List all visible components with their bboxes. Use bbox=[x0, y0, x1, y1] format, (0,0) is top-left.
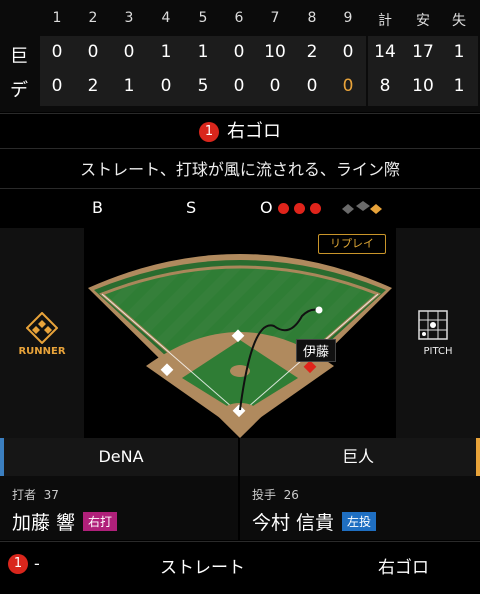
pitcher-name-row: 今村 信貴 左投 bbox=[252, 508, 377, 535]
total-runs: 8 bbox=[379, 76, 391, 96]
pitcher-role: 投手 26 bbox=[252, 486, 299, 503]
pitch-label: PITCH bbox=[423, 346, 453, 357]
batter-name: 加藤 響 bbox=[12, 512, 76, 534]
play-result-title: 1 右ゴロ bbox=[0, 118, 480, 146]
inning-score: 0 bbox=[160, 76, 172, 96]
runner-panel[interactable]: RUNNER bbox=[0, 228, 84, 438]
inning-score: 1 bbox=[160, 42, 172, 62]
play-number-badge: 1 bbox=[199, 122, 219, 142]
divider bbox=[0, 148, 480, 149]
out-indicator bbox=[294, 203, 305, 214]
out-indicator bbox=[310, 203, 321, 214]
baseball-field bbox=[88, 254, 392, 438]
inning-score: 0 bbox=[233, 76, 245, 96]
inning-score: 0 bbox=[87, 42, 99, 62]
play-description: ストレート、打球が風に流される、ライン際 bbox=[80, 160, 400, 179]
inning-header: 5 bbox=[198, 10, 208, 26]
play-result: 右ゴロ bbox=[227, 121, 281, 142]
pitcher-role-label: 投手 bbox=[252, 488, 277, 502]
pitch-number-badge: 1 bbox=[8, 554, 28, 574]
batter-role-label: 打者 bbox=[12, 488, 37, 502]
pitch-panel[interactable]: PITCH bbox=[396, 228, 480, 438]
current-inning-score: 0 bbox=[342, 76, 354, 96]
inning-header: 7 bbox=[270, 10, 280, 26]
pitch-type: ストレート bbox=[160, 558, 245, 578]
inning-header: 3 bbox=[124, 10, 134, 26]
inning-score: 2 bbox=[306, 42, 318, 62]
hits-header: 安 bbox=[416, 13, 430, 29]
inning-score: 0 bbox=[123, 42, 135, 62]
batter-card[interactable]: 打者 37 加藤 響右打 bbox=[0, 476, 238, 540]
tab-dena[interactable]: DeNA bbox=[0, 438, 238, 476]
divider bbox=[0, 113, 480, 114]
strikes-label: S bbox=[186, 198, 197, 217]
inning-score: 5 bbox=[197, 76, 209, 96]
pitch-dash: - bbox=[34, 554, 40, 573]
inning-score: 1 bbox=[123, 76, 135, 96]
total-runs: 14 bbox=[374, 42, 396, 62]
pitcher-number: 26 bbox=[283, 488, 299, 502]
batter-role: 打者 37 bbox=[12, 486, 59, 503]
scoreboard-header: 1 2 3 4 5 6 7 8 9 計 安 失 bbox=[0, 10, 480, 32]
inning-score: 0 bbox=[51, 76, 63, 96]
tab-giants[interactable]: 巨人 bbox=[240, 438, 480, 476]
inning-header: 1 bbox=[52, 10, 62, 26]
pitch-grid-icon bbox=[418, 310, 448, 340]
inning-score: 0 bbox=[342, 42, 354, 62]
pitch-row[interactable]: 1 - ストレート 右ゴロ bbox=[0, 544, 480, 584]
inning-score: 2 bbox=[87, 76, 99, 96]
team-tabs: DeNA 巨人 bbox=[0, 438, 480, 476]
inning-score: 0 bbox=[306, 76, 318, 96]
runner-label: RUNNER bbox=[18, 346, 66, 357]
hits: 10 bbox=[412, 76, 434, 96]
scoreboard: 1 2 3 4 5 6 7 8 9 計 安 失 巨 0 0 0 1 1 0 10… bbox=[0, 0, 480, 112]
inning-score: 1 bbox=[197, 42, 209, 62]
pitcher-hand-tag: 左投 bbox=[342, 512, 377, 531]
divider bbox=[0, 541, 480, 542]
total-runs-header: 計 bbox=[378, 13, 392, 29]
runner-icon bbox=[26, 312, 58, 344]
base-runners-icon bbox=[342, 201, 382, 214]
inning-header: 9 bbox=[343, 10, 353, 26]
errors: 1 bbox=[453, 42, 465, 62]
batter-number: 37 bbox=[43, 488, 59, 502]
field-area: RUNNER PITCH 伊藤 リプレイ bbox=[0, 228, 480, 438]
team-row-home: デ 0 2 1 0 5 0 0 0 0 8 10 1 bbox=[0, 76, 480, 102]
team-name: 巨 bbox=[10, 46, 28, 67]
errors: 1 bbox=[453, 76, 465, 96]
inning-header: 4 bbox=[161, 10, 171, 26]
fielder-label: 伊藤 bbox=[296, 339, 337, 362]
inning-header: 6 bbox=[234, 10, 244, 26]
inning-header: 8 bbox=[307, 10, 317, 26]
team-row-away: 巨 0 0 0 1 1 0 10 2 0 14 17 1 bbox=[0, 42, 480, 68]
inning-score: 0 bbox=[233, 42, 245, 62]
pitcher-name: 今村 信貴 bbox=[252, 512, 335, 534]
inning-score: 10 bbox=[264, 42, 286, 62]
divider bbox=[0, 188, 480, 189]
pitch-result: 右ゴロ bbox=[378, 558, 429, 578]
replay-button[interactable]: リプレイ bbox=[318, 234, 386, 254]
pitcher-card[interactable]: 投手 26 今村 信貴 左投 bbox=[240, 476, 480, 540]
outs-label: O bbox=[260, 198, 273, 217]
out-indicator bbox=[278, 203, 289, 214]
batter-name-row: 加藤 響右打 bbox=[12, 508, 118, 535]
hits: 17 bbox=[412, 42, 434, 62]
balls-label: B bbox=[92, 198, 103, 217]
inning-score: 0 bbox=[51, 42, 63, 62]
inning-header: 2 bbox=[88, 10, 98, 26]
inning-score: 0 bbox=[269, 76, 281, 96]
ball-count: B S O bbox=[0, 198, 480, 222]
batter-hand-tag: 右打 bbox=[83, 512, 118, 531]
team-name: デ bbox=[10, 80, 28, 101]
errors-header: 失 bbox=[452, 13, 466, 29]
